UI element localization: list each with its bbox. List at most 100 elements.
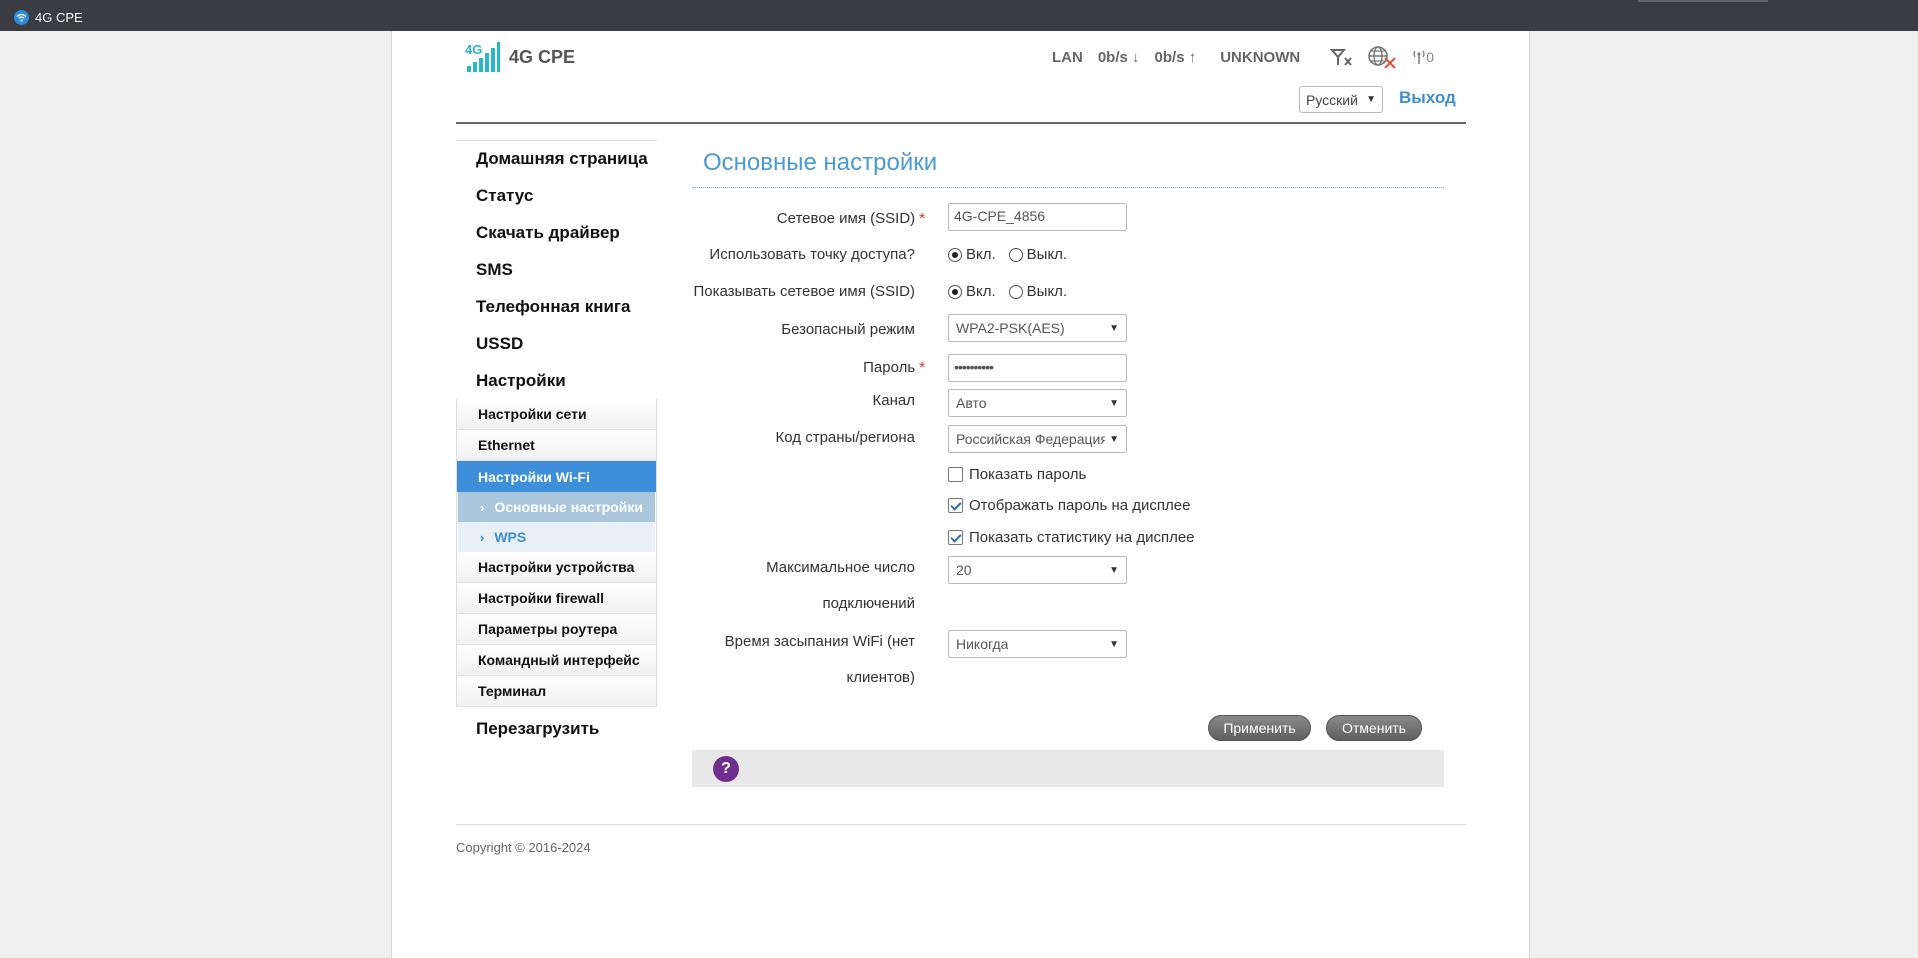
browser-tab[interactable]: 4G CPE bbox=[14, 8, 83, 26]
ap-enable-radio-group: Вкл. Выкл. bbox=[948, 246, 1080, 263]
nav-sub-wifi[interactable]: Настройки Wi-Fi bbox=[457, 461, 656, 492]
max-clients-label: Максимальное число подключений bbox=[766, 559, 915, 613]
nav-item-home[interactable]: Домашняя страница bbox=[456, 140, 657, 177]
country-value: Российская Федерация bbox=[956, 431, 1106, 447]
nav-sub-device[interactable]: Настройки устройства bbox=[457, 552, 656, 583]
copyright-text: Copyright © 2016-2024 bbox=[456, 840, 591, 855]
operator-name: UNKNOWN bbox=[1220, 48, 1301, 66]
ap-enable-off-radio[interactable] bbox=[1008, 247, 1023, 262]
max-clients-value: 20 bbox=[956, 562, 972, 578]
footer-divider bbox=[456, 824, 1466, 825]
chevron-right-icon: › bbox=[480, 499, 485, 515]
country-select[interactable]: Российская Федерация ▼ bbox=[948, 425, 1127, 453]
ssid-input[interactable]: 4G-CPE_4856 bbox=[948, 203, 1127, 231]
max-clients-select[interactable]: 20 ▼ bbox=[948, 556, 1127, 584]
nav-item-sms[interactable]: SMS bbox=[456, 251, 657, 288]
page-title: Основные настройки bbox=[703, 149, 938, 176]
apply-button[interactable]: Применить bbox=[1208, 715, 1311, 741]
security-select[interactable]: WPA2-PSK(AES) ▼ bbox=[948, 314, 1127, 342]
nav-item-reboot[interactable]: Перезагрузить bbox=[456, 710, 657, 747]
nav-sub-cli[interactable]: Командный интерфейс bbox=[457, 645, 656, 676]
chevron-down-icon: ▼ bbox=[1109, 433, 1119, 445]
required-mark: * bbox=[919, 359, 925, 376]
connected-clients-icon: 0 bbox=[1412, 49, 1434, 65]
show-password-label: Показать пароль bbox=[969, 466, 1087, 483]
sleep-select[interactable]: Никогда ▼ bbox=[948, 630, 1127, 658]
channel-select[interactable]: Авто ▼ bbox=[948, 389, 1127, 417]
browser-tabbar: 4G CPE bbox=[0, 0, 1918, 31]
nav-item-status[interactable]: Статус bbox=[456, 177, 657, 214]
nav-sub-network[interactable]: Настройки сети bbox=[457, 399, 656, 430]
cancel-button[interactable]: Отменить bbox=[1326, 715, 1422, 741]
chevron-down-icon: ▼ bbox=[1109, 564, 1119, 576]
nav-item-settings[interactable]: Настройки bbox=[456, 362, 657, 399]
max-clients-label-line1: Максимальное число bbox=[766, 559, 915, 576]
sleep-label-line1: Время засыпания WiFi (нет bbox=[724, 633, 915, 650]
country-label: Код страны/региона bbox=[775, 429, 915, 446]
sleep-label-line2: клиентов) bbox=[846, 669, 916, 686]
language-value: Русский bbox=[1306, 91, 1358, 108]
browser-tab-title: 4G CPE bbox=[35, 9, 83, 25]
security-label: Безопасный режим bbox=[781, 321, 915, 338]
logout-link[interactable]: Выход bbox=[1399, 88, 1456, 108]
password-input[interactable]: •••••••••• bbox=[948, 354, 1127, 382]
nav-item-ussd[interactable]: USSD bbox=[456, 325, 657, 362]
title-divider bbox=[692, 187, 1444, 188]
chevron-down-icon: ▼ bbox=[1109, 397, 1119, 409]
connection-type: LAN bbox=[1052, 48, 1083, 66]
display-password-checkbox[interactable] bbox=[948, 498, 963, 513]
nav-leaf-wifi-basic-label: Основные настройки bbox=[494, 499, 643, 515]
display-stats-checkbox[interactable] bbox=[948, 530, 963, 545]
nav-item-download-driver[interactable]: Скачать драйвер bbox=[456, 214, 657, 251]
ssid-label: Сетевое имя (SSID) * bbox=[777, 210, 925, 227]
max-clients-label-line2: подключений bbox=[822, 595, 916, 612]
required-mark: * bbox=[919, 210, 925, 227]
no-signal-icon bbox=[1330, 48, 1352, 66]
display-stats-option: Показать статистику на дисплее bbox=[948, 529, 1195, 546]
language-select[interactable]: Русский ▼ bbox=[1299, 86, 1383, 113]
sidebar-nav: Домашняя страница Статус Скачать драйвер… bbox=[456, 140, 657, 747]
display-password-label: Отображать пароль на дисплее bbox=[969, 497, 1191, 514]
password-label: Пароль * bbox=[863, 359, 925, 376]
header-divider bbox=[456, 122, 1466, 124]
chevron-down-icon: ▼ bbox=[1109, 322, 1119, 334]
status-bar: LAN 0b/s ↓ 0b/s ↑ UNKNOWN 0 bbox=[1052, 46, 1434, 69]
display-password-option: Отображать пароль на дисплее bbox=[948, 497, 1190, 514]
display-stats-label: Показать статистику на дисплее bbox=[969, 529, 1195, 546]
ssid-broadcast-radio-group: Вкл. Выкл. bbox=[948, 283, 1080, 300]
nav-sub-firewall[interactable]: Настройки firewall bbox=[457, 583, 656, 614]
nav-sub-terminal[interactable]: Терминал bbox=[457, 676, 656, 707]
ap-enable-off-label: Выкл. bbox=[1026, 246, 1068, 263]
nav-sub-ethernet[interactable]: Ethernet bbox=[457, 430, 656, 461]
show-password-option: Показать пароль bbox=[948, 466, 1086, 483]
upload-rate: 0b/s ↑ bbox=[1154, 48, 1197, 66]
nav-leaf-wifi-basic[interactable]: › Основные настройки bbox=[458, 492, 655, 522]
ssid-broadcast-label: Показывать сетевое имя (SSID) bbox=[693, 283, 915, 300]
svg-text:4G: 4G bbox=[465, 42, 482, 57]
nav-item-phonebook[interactable]: Телефонная книга bbox=[456, 288, 657, 325]
chevron-down-icon: ▼ bbox=[1109, 638, 1119, 650]
channel-value: Авто bbox=[956, 395, 987, 411]
help-bar: ? bbox=[692, 750, 1444, 787]
ssid-broadcast-on-label: Вкл. bbox=[966, 283, 996, 300]
nav-leaf-wps[interactable]: › WPS bbox=[458, 522, 655, 552]
ssid-broadcast-off-label: Выкл. bbox=[1026, 283, 1068, 300]
connected-clients-count: 0 bbox=[1426, 49, 1434, 65]
ap-enable-on-radio[interactable] bbox=[948, 247, 962, 262]
ap-enable-on-label: Вкл. bbox=[966, 246, 996, 263]
download-rate: 0b/s ↓ bbox=[1097, 48, 1140, 66]
4g-logo-icon: 4G bbox=[465, 40, 501, 74]
channel-label: Канал bbox=[872, 392, 915, 409]
ssid-broadcast-off-radio[interactable] bbox=[1008, 284, 1023, 299]
window-edge bbox=[1638, 0, 1768, 2]
ssid-broadcast-on-radio[interactable] bbox=[948, 284, 962, 299]
nav-sub-router[interactable]: Параметры роутера bbox=[457, 614, 656, 645]
ssid-label-text: Сетевое имя (SSID) bbox=[776, 210, 916, 227]
show-password-checkbox[interactable] bbox=[948, 467, 963, 482]
security-value: WPA2-PSK(AES) bbox=[956, 320, 1065, 336]
chevron-down-icon: ▼ bbox=[1366, 94, 1376, 105]
nav-leaf-wps-label: WPS bbox=[494, 529, 527, 545]
sleep-label: Время засыпания WiFi (нет клиентов) bbox=[725, 633, 915, 687]
brand-logo: 4G 4G CPE bbox=[465, 40, 575, 74]
help-icon[interactable]: ? bbox=[713, 756, 739, 782]
